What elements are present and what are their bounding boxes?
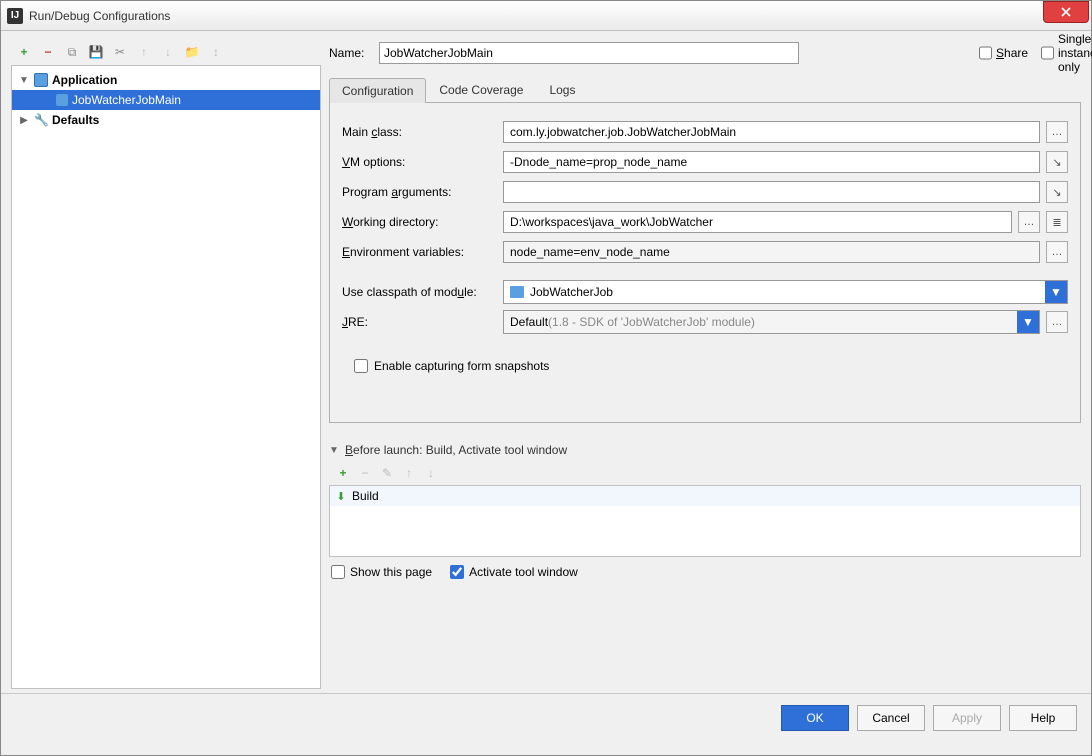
jre-value: Default <box>510 315 548 329</box>
move-down-button[interactable]: ↓ <box>159 43 177 61</box>
config-tree[interactable]: ▼ Application JobWatcherJobMain ▶ 🔧 Defa… <box>11 65 321 689</box>
expand-vm-options-button[interactable]: ↘ <box>1046 151 1068 173</box>
module-icon <box>510 286 524 298</box>
folder-button[interactable]: 📁 <box>183 43 201 61</box>
tree-node-application[interactable]: ▼ Application <box>12 70 320 90</box>
ok-button[interactable]: OK <box>781 705 849 731</box>
task-down-button[interactable]: ↓ <box>423 465 439 481</box>
config-toolbar: + − ⧉ 💾 ✂ ↑ ↓ 📁 ↕ <box>11 39 321 65</box>
jre-select[interactable]: Default (1.8 - SDK of 'JobWatcherJob' mo… <box>503 310 1040 334</box>
cancel-button[interactable]: Cancel <box>857 705 925 731</box>
show-this-page-label: Show this page <box>350 565 432 579</box>
single-instance-box[interactable] <box>1041 46 1054 60</box>
close-icon <box>1060 6 1072 18</box>
build-icon: ⬇ <box>334 489 348 503</box>
app-icon: IJ <box>7 8 23 24</box>
browse-main-class-button[interactable]: … <box>1046 121 1068 143</box>
expand-icon: ▶ <box>18 115 30 126</box>
classpath-value: JobWatcherJob <box>530 285 613 299</box>
jre-label: JRE: <box>342 315 497 329</box>
snapshots-label: Enable capturing form snapshots <box>374 359 549 373</box>
env-vars-input[interactable] <box>503 241 1040 263</box>
save-config-button[interactable]: 💾 <box>87 43 105 61</box>
window-title: Run/Debug Configurations <box>29 9 1043 23</box>
titlebar: IJ Run/Debug Configurations <box>1 1 1091 31</box>
program-args-input[interactable] <box>503 181 1040 203</box>
collapse-icon: ▼ <box>329 445 341 456</box>
name-input[interactable] <box>379 42 799 64</box>
working-dir-list-button[interactable]: ≣ <box>1046 211 1068 233</box>
classpath-label: Use classpath of module: <box>342 285 497 299</box>
main-class-input[interactable] <box>503 121 1040 143</box>
share-checkbox-box[interactable] <box>979 46 992 60</box>
collapse-icon: ▼ <box>18 75 30 86</box>
tree-label: Application <box>52 73 117 87</box>
tab-configuration[interactable]: Configuration <box>329 78 426 103</box>
chevron-down-icon: ▼ <box>1045 281 1067 303</box>
jre-hint: (1.8 - SDK of 'JobWatcherJob' module) <box>548 315 755 329</box>
remove-config-button[interactable]: − <box>39 43 57 61</box>
help-button[interactable]: Help <box>1009 705 1077 731</box>
before-launch-list[interactable]: ⬇ Build <box>329 485 1081 557</box>
before-launch-header[interactable]: ▼ Before launch: Build, Activate tool wi… <box>329 443 1081 457</box>
move-up-button[interactable]: ↑ <box>135 43 153 61</box>
tab-code-coverage[interactable]: Code Coverage <box>426 77 536 102</box>
working-dir-label: Working directory: <box>342 215 497 229</box>
chevron-down-icon: ▼ <box>1017 311 1039 333</box>
env-vars-label: Environment variables: <box>342 245 497 259</box>
main-class-label: Main class: <box>342 125 497 139</box>
before-launch-title: efore launch: Build, Activate tool windo… <box>353 443 567 457</box>
application-icon <box>34 73 48 87</box>
show-this-page-checkbox[interactable]: Show this page <box>331 565 432 579</box>
program-args-label: Program arguments: <box>342 185 497 199</box>
configuration-panel: Main class: … VM options: ↘ Program argu… <box>329 103 1081 423</box>
add-config-button[interactable]: + <box>15 43 33 61</box>
single-instance-checkbox[interactable]: Single instance only <box>1041 32 1081 74</box>
name-label: Name: <box>329 46 369 60</box>
wrench-icon: 🔧 <box>34 113 48 127</box>
browse-jre-button[interactable]: … <box>1046 311 1068 333</box>
expand-program-args-button[interactable]: ↘ <box>1046 181 1068 203</box>
activate-tool-window-label: Activate tool window <box>469 565 578 579</box>
close-button[interactable] <box>1043 1 1089 23</box>
tree-node-selected-config[interactable]: JobWatcherJobMain <box>12 90 320 110</box>
tabs: Configuration Code Coverage Logs <box>329 77 1081 103</box>
browse-working-dir-button[interactable]: … <box>1018 211 1040 233</box>
classpath-select[interactable]: JobWatcherJob ▼ <box>503 280 1068 304</box>
tree-node-defaults[interactable]: ▶ 🔧 Defaults <box>12 110 320 130</box>
vm-options-input[interactable] <box>503 151 1040 173</box>
browse-env-vars-button[interactable]: … <box>1046 241 1068 263</box>
single-instance-label: Single instance only <box>1058 32 1092 74</box>
remove-task-button[interactable]: − <box>357 465 373 481</box>
copy-config-button[interactable]: ⧉ <box>63 43 81 61</box>
vm-options-label: VM options: <box>342 155 497 169</box>
list-item[interactable]: ⬇ Build <box>330 486 1080 506</box>
task-label: Build <box>352 489 379 503</box>
share-label: hare <box>1004 46 1028 60</box>
before-launch-toolbar: + − ✎ ↑ ↓ <box>329 463 1081 485</box>
show-this-page-box[interactable] <box>331 565 345 579</box>
task-up-button[interactable]: ↑ <box>401 465 417 481</box>
activate-tool-window-checkbox[interactable]: Activate tool window <box>450 565 578 579</box>
tab-logs[interactable]: Logs <box>536 77 588 102</box>
apply-button[interactable]: Apply <box>933 705 1001 731</box>
run-config-icon <box>56 94 68 106</box>
dialog-footer: OK Cancel Apply Help <box>1 693 1091 741</box>
share-checkbox[interactable]: Share <box>979 46 1019 60</box>
snapshots-box[interactable] <box>354 359 368 373</box>
edit-defaults-button[interactable]: ✂ <box>111 43 129 61</box>
snapshots-checkbox[interactable]: Enable capturing form snapshots <box>354 359 549 373</box>
add-task-button[interactable]: + <box>335 465 351 481</box>
sort-button[interactable]: ↕ <box>207 43 225 61</box>
tree-label: JobWatcherJobMain <box>72 93 181 107</box>
activate-tool-window-box[interactable] <box>450 565 464 579</box>
working-dir-input[interactable] <box>503 211 1012 233</box>
edit-task-button[interactable]: ✎ <box>379 465 395 481</box>
tree-label: Defaults <box>52 113 99 127</box>
